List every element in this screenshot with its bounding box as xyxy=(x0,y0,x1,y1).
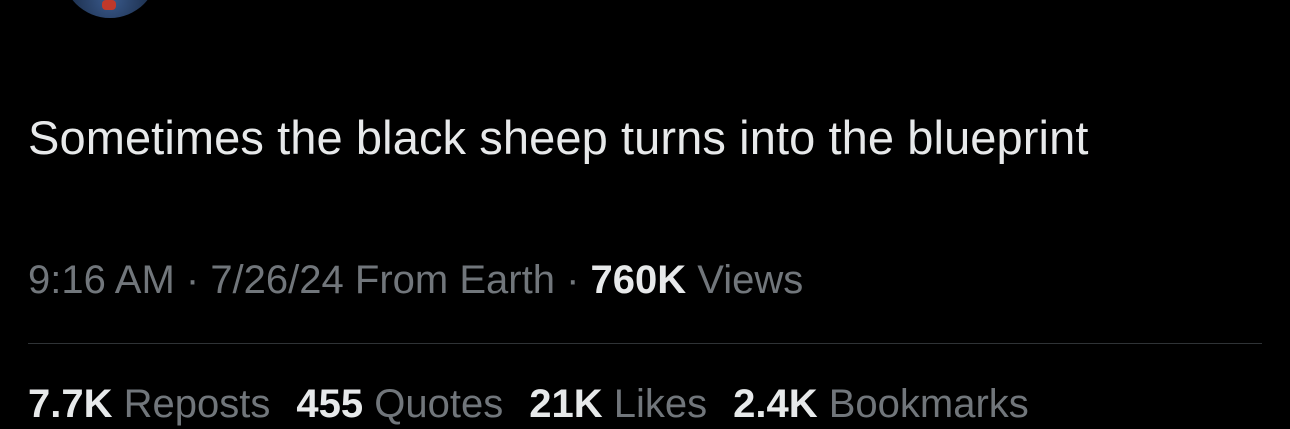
tweet-meta: 9:16 AM · 7/26/24 From Earth · 760K View… xyxy=(28,256,803,304)
views-label: Views xyxy=(697,258,804,302)
views-count: 760K xyxy=(590,258,687,302)
meta-separator: · xyxy=(554,258,591,302)
avatar-detail xyxy=(102,0,116,10)
avatar[interactable] xyxy=(62,0,158,18)
bookmarks-count: 2.4K xyxy=(733,382,818,426)
quotes-label: Quotes xyxy=(374,382,504,426)
reposts-count: 7.7K xyxy=(28,382,113,426)
bookmarks-stat[interactable]: 2.4K Bookmarks xyxy=(733,380,1029,428)
divider xyxy=(28,343,1262,344)
likes-label: Likes xyxy=(613,382,708,426)
engagement-stats: 7.7K Reposts 455 Quotes 21K Likes 2.4K B… xyxy=(28,380,1029,428)
reposts-stat[interactable]: 7.7K Reposts xyxy=(28,380,270,428)
bookmarks-label: Bookmarks xyxy=(828,382,1029,426)
reposts-label: Reposts xyxy=(123,382,271,426)
tweet-time[interactable]: 9:16 AM xyxy=(28,258,175,302)
meta-separator: · xyxy=(174,258,211,302)
tweet-text: Sometimes the black sheep turns into the… xyxy=(28,111,1089,164)
likes-count: 21K xyxy=(529,382,603,426)
tweet-date[interactable]: 7/26/24 xyxy=(210,258,343,302)
likes-stat[interactable]: 21K Likes xyxy=(529,380,707,428)
tweet-source: From Earth xyxy=(354,258,555,302)
quotes-stat[interactable]: 455 Quotes xyxy=(296,380,503,428)
quotes-count: 455 xyxy=(296,382,364,426)
